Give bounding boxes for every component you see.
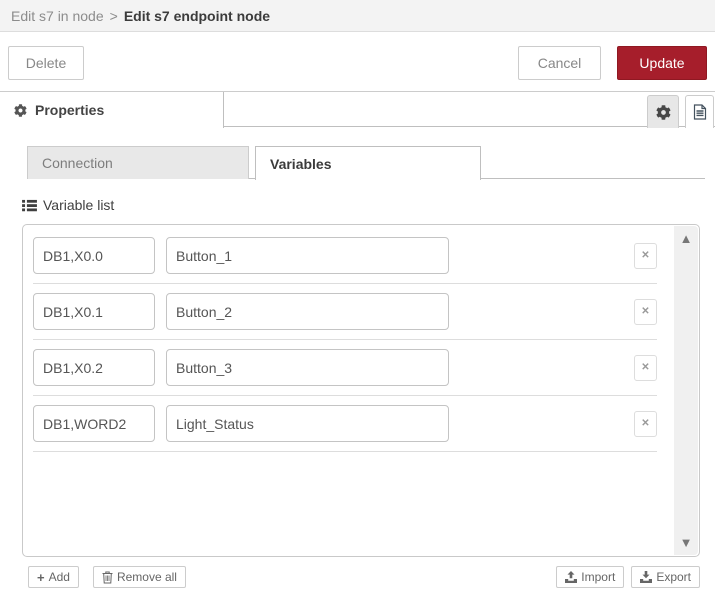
variable-address-input[interactable] [33,237,155,274]
delete-button[interactable]: Delete [8,46,84,80]
remove-row-button[interactable]: ✕ [634,298,657,325]
variable-row: ✕ [33,340,657,396]
dialog-toolbar: Delete Cancel Update [0,32,715,92]
import-button-label: Import [581,570,616,584]
plus-icon: + [37,569,45,585]
list-actions-right: Import Export [556,566,700,588]
variable-address-input[interactable] [33,405,155,442]
tab-properties[interactable]: Properties [0,92,224,128]
x-icon: ✕ [641,306,650,317]
import-button[interactable]: Import [556,566,625,588]
variable-name-input[interactable] [166,237,449,274]
variable-row: ✕ [33,284,657,340]
file-document-icon [693,104,707,120]
variable-name-input[interactable] [166,293,449,330]
variable-list-label: Variable list [43,197,115,213]
gear-icon [14,103,27,117]
variable-rows: ✕ ✕ ✕ ✕ [23,225,699,452]
scroll-up-arrow-icon[interactable]: ▲ [674,232,698,245]
list-icon [22,199,37,212]
remove-row-button[interactable]: ✕ [634,410,657,437]
variable-name-input[interactable] [166,349,449,386]
page-title: Edit s7 endpoint node [123,7,271,24]
x-icon: ✕ [641,362,650,373]
upload-icon [565,571,578,583]
breadcrumb-parent-link[interactable]: Edit s7 in node [11,8,104,24]
update-button[interactable]: Update [617,46,707,80]
scrollbar[interactable]: ▲ ▼ [674,226,698,555]
scroll-down-arrow-icon[interactable]: ▼ [674,536,698,549]
add-variable-button[interactable]: + Add [28,566,79,588]
cancel-button[interactable]: Cancel [518,46,601,80]
edit-node-dialog: Edit s7 in node > Edit s7 endpoint node … [0,0,715,609]
editor-tab-bar: Properties [0,92,715,128]
tab-variables[interactable]: Variables [255,146,481,180]
variable-address-input[interactable] [33,349,155,386]
tab-connection[interactable]: Connection [27,146,249,179]
remove-all-button[interactable]: Remove all [92,566,186,588]
remove-row-button[interactable]: ✕ [634,242,657,269]
node-settings-button[interactable] [647,95,679,128]
variable-row: ✕ [33,396,657,452]
x-icon: ✕ [641,250,650,261]
export-button-label: Export [656,570,691,584]
add-button-label: Add [48,570,70,584]
variable-list-header: Variable list [22,197,114,213]
gear-icon [655,104,671,120]
breadcrumb-separator: > [109,7,118,24]
dialog-header: Edit s7 in node > Edit s7 endpoint node [0,0,715,32]
remove-all-button-label: Remove all [116,570,177,584]
tab-properties-label: Properties [35,102,105,118]
tab-variables-label: Variables [270,155,332,172]
list-actions-left: + Add Remove all [28,566,186,588]
tab-connection-label: Connection [42,155,113,171]
export-button[interactable]: Export [631,566,700,588]
variable-name-input[interactable] [166,405,449,442]
node-description-button[interactable] [685,95,714,128]
remove-row-button[interactable]: ✕ [634,354,657,381]
node-tab-bar: Connection Variables [27,146,705,180]
variable-row: ✕ [33,228,657,284]
download-icon [640,571,653,583]
variable-list-container: ✕ ✕ ✕ ✕ ▲ ▼ [22,224,700,557]
variable-address-input[interactable] [33,293,155,330]
trash-icon [102,571,113,584]
x-icon: ✕ [641,418,650,429]
